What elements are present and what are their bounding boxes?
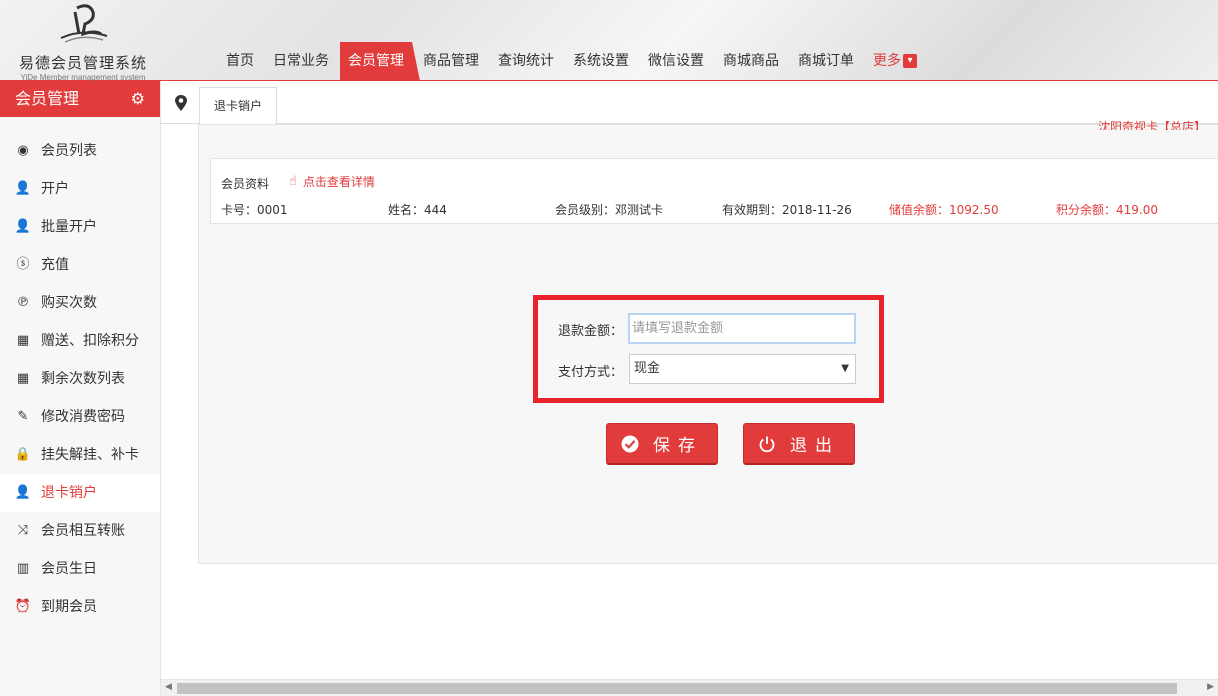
nav-item-1[interactable]: 日常业务 [265,42,337,81]
member-name: 姓名：444 [388,203,447,217]
exit-label: 退出 [790,436,840,456]
sidebar-item-0[interactable]: ◉ 会员列表 [0,132,160,170]
save-label: 保存 [653,436,703,456]
sidebar-item-label: 剩余次数列表 [41,371,125,387]
member-info-row: 卡号：0001 姓名：444 会员级别：邓测试卡 有效期到：2018-11-26… [221,201,1218,217]
refund-form-highlight [533,295,884,403]
paypal-icon: ℗ [16,295,30,310]
payment-method-label: 支付方式： [558,365,624,380]
lock-icon: 🔒 [14,447,32,462]
user-icon: 👤 [14,219,32,234]
sidebar-item-label: 挂失解挂、补卡 [41,447,139,463]
sidebar-item-label: 会员相互转账 [41,523,125,539]
sidebar-header: 会员管理 ⚙ [0,81,160,117]
dropdown-arrow-icon: ▼ [841,363,849,374]
expiry-date: 有效期到：2018-11-26 [722,203,852,217]
nav-more-label: 更多 [873,53,901,69]
map-icon: ▦ [16,333,30,348]
user-circle-icon: ◉ [17,143,29,158]
sidebar-item-3[interactable]: ⓢ 充值 [0,246,160,284]
tab-bar: 退卡销户 [161,81,1218,125]
app-logo[interactable]: 易德会员管理系统 YiDe Member management system [8,4,158,82]
cake-icon: ▥ [16,561,30,576]
refund-amount-label: 退款金额： [558,324,624,339]
refund-amount-input[interactable] [628,313,856,344]
sidebar-item-label: 充值 [41,257,69,273]
sidebar-item-9[interactable]: 👤 退卡销户 [0,474,160,512]
view-details-label: 点击查看详情 [302,175,375,189]
stored-balance: 储值余额：1092.50 [889,203,999,217]
user-icon: 👤 [14,181,32,196]
nav-item-8[interactable]: 商城订单 [790,42,862,81]
alarm-clock-icon: ⏰ [14,599,32,614]
chevron-down-icon: ▾ [903,54,917,68]
nav-item-0[interactable]: 首页 [218,42,262,81]
gear-icon[interactable]: ⚙ [131,81,145,117]
save-button[interactable]: 保存 [606,423,718,465]
sidebar-item-2[interactable]: 👤 批量开户 [0,208,160,246]
top-header: 易德会员管理系统 YiDe Member management system 首… [0,0,1218,82]
sidebar-item-6[interactable]: ▦ 剩余次数列表 [0,360,160,398]
sidebar-item-label: 赠送、扣除积分 [41,333,139,349]
tab-refund-card[interactable]: 退卡销户 [199,87,278,125]
sidebar-item-4[interactable]: ℗ 购买次数 [0,284,160,322]
app-title: 易德会员管理系统 [18,54,147,72]
card-number: 卡号：0001 [221,203,288,217]
nav-item-5[interactable]: 系统设置 [565,42,637,81]
nav-more[interactable]: 更多 ▾ [865,42,925,81]
nav-item-4[interactable]: 查询统计 [490,42,562,81]
shuffle-icon: ⤨ [17,523,29,538]
sidebar-item-12[interactable]: ⏰ 到期会员 [0,588,160,626]
sidebar-item-1[interactable]: 👤 开户 [0,170,160,208]
user-remove-icon: 👤 [14,485,32,500]
check-circle-icon [621,435,639,453]
scrollbar-thumb[interactable] [177,683,1177,694]
main-nav: 首页 日常业务 会员管理 商品管理 查询统计 系统设置 微信设置 商城商品 商城订单 更多 ▾ [218,42,928,81]
nav-item-7[interactable]: 商城商品 [715,42,787,81]
sidebar-item-label: 批量开户 [41,219,97,235]
horizontal-scrollbar[interactable]: ◀ ▶ [161,679,1218,696]
sidebar-item-label: 到期会员 [41,599,97,615]
member-info-title: 会员资料 [221,177,270,191]
pencil-icon: ✎ [17,409,29,424]
nav-item-2[interactable]: 会员管理 [340,42,420,81]
member-info-card: 会员资料 ☝ 点击查看详情 卡号：0001 姓名：444 会员级别：邓测试卡 有… [210,158,1218,224]
sidebar-title: 会员管理 [15,89,80,108]
scroll-left-icon[interactable]: ◀ [165,682,172,692]
sidebar-item-label: 购买次数 [41,295,97,311]
sidebar-item-label: 会员生日 [41,561,97,577]
view-details-link[interactable]: ☝ 点击查看详情 [289,173,375,190]
payment-method-select[interactable]: 现金 ▼ [629,354,856,384]
power-icon [758,435,776,453]
sidebar-item-label: 修改消费密码 [41,409,125,425]
sidebar-item-label: 退卡销户 [41,485,97,501]
sidebar-item-label: 会员列表 [41,143,97,159]
coin-icon: ⓢ [16,257,30,272]
logo-mark-icon [60,4,108,43]
sidebar-item-7[interactable]: ✎ 修改消费密码 [0,398,160,436]
pointer-hand-icon: ☝ [289,174,297,189]
map-icon: ▦ [16,371,30,386]
points-balance: 积分余额：419.00 [1056,203,1158,217]
sidebar: 会员管理 ⚙ ◉ 会员列表 👤 开户 👤 批量开户 ⓢ 充值 ℗ 购买次数 ▦ 赠送、扣除积分 ▦ 剩余次… [0,81,161,696]
sidebar-item-8[interactable]: 🔒 挂失解挂、补卡 [0,436,160,474]
scroll-right-icon[interactable]: ▶ [1207,682,1214,692]
sidebar-item-11[interactable]: ▥ 会员生日 [0,550,160,588]
payment-method-value: 现金 [634,361,661,376]
nav-item-6[interactable]: 微信设置 [640,42,712,81]
nav-item-3[interactable]: 商品管理 [415,42,487,81]
sidebar-item-10[interactable]: ⤨ 会员相互转账 [0,512,160,550]
store-notice: 沈阳奇视卡【总店】 [1097,120,1206,130]
sidebar-item-label: 开户 [41,181,69,197]
location-pin-icon[interactable] [173,94,189,112]
sidebar-item-5[interactable]: ▦ 赠送、扣除积分 [0,322,160,360]
sidebar-menu: ◉ 会员列表 👤 开户 👤 批量开户 ⓢ 充值 ℗ 购买次数 ▦ 赠送、扣除积分 ▦ 剩余次数列表 ✎ 修改消… [0,132,160,626]
exit-button[interactable]: 退出 [743,423,855,465]
member-level: 会员级别：邓测试卡 [555,203,664,217]
